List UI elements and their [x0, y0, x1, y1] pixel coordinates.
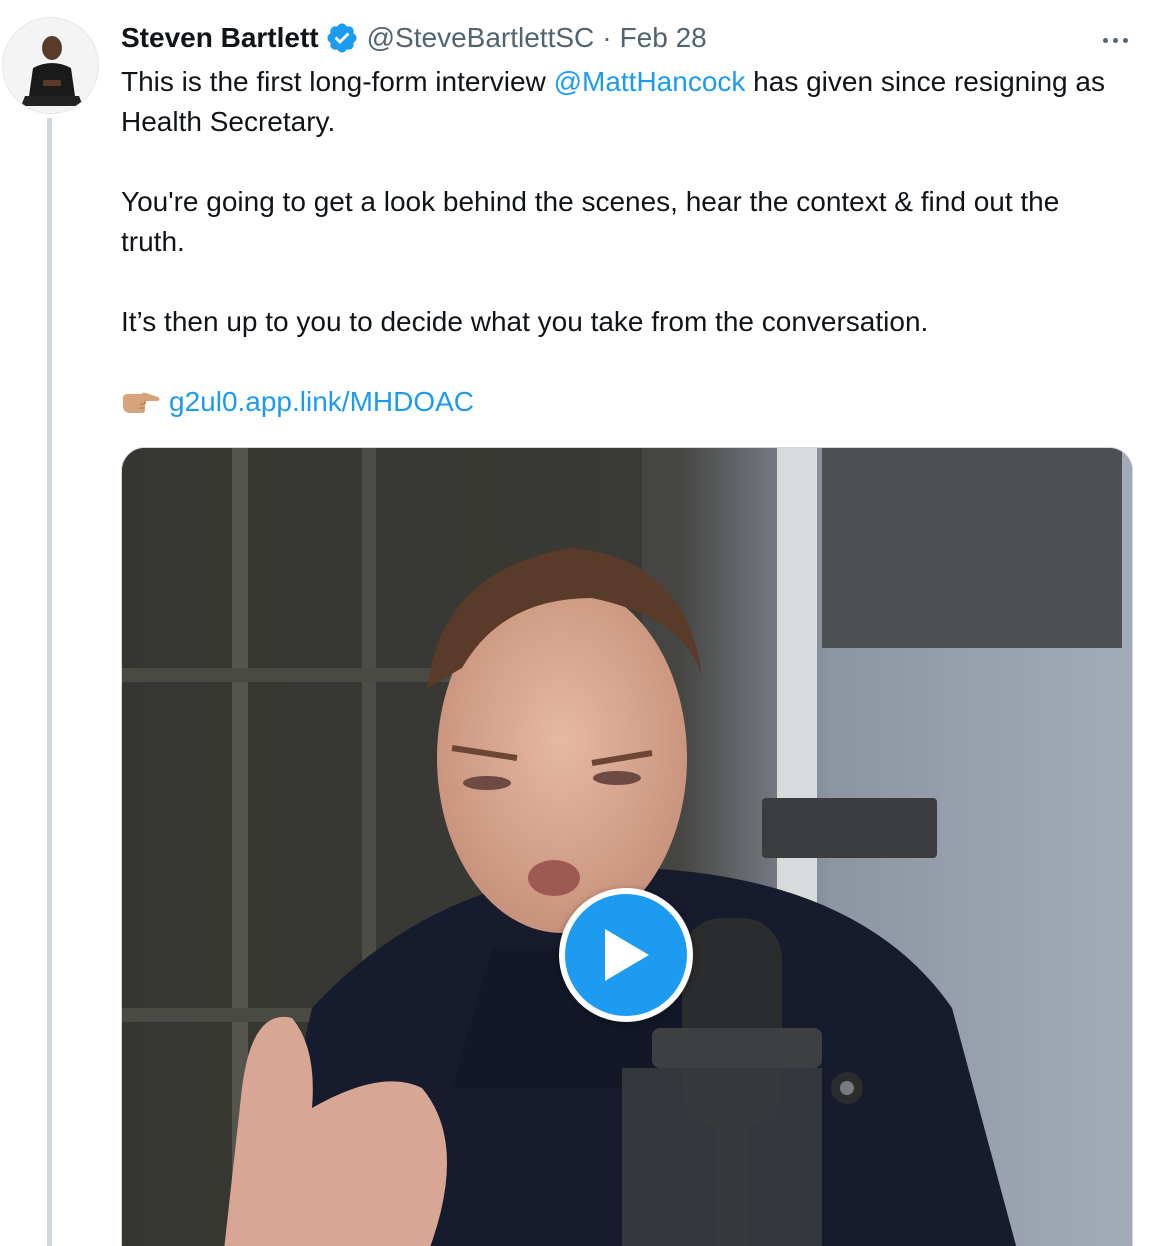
video-player[interactable] — [121, 447, 1133, 1246]
author-name[interactable]: Steven Bartlett — [121, 18, 319, 58]
more-options-icon[interactable] — [1095, 28, 1135, 52]
tweet-text: This is the first long-form interview @M… — [121, 62, 1111, 422]
tweet-link-line: g2ul0.app.link/MHDOAC — [121, 382, 1111, 422]
backhand-index-pointing-right-icon — [123, 392, 160, 413]
avatar-image — [3, 18, 98, 113]
tweet-paragraph-2: You're going to get a look behind the sc… — [121, 186, 1060, 257]
play-icon — [605, 929, 649, 981]
play-button[interactable] — [559, 888, 693, 1022]
thread-line — [47, 118, 52, 1246]
tweet[interactable]: Steven Bartlett @SteveBartlettSC · Feb 2… — [0, 0, 1153, 1246]
verified-badge-icon — [327, 23, 357, 53]
tweet-paragraph-1: This is the first long-form interview @M… — [121, 66, 1105, 137]
tweet-header: Steven Bartlett @SteveBartlettSC · Feb 2… — [121, 18, 707, 58]
tweet-date[interactable]: Feb 28 — [620, 18, 707, 58]
avatar[interactable] — [2, 17, 99, 114]
tweet-paragraph-3: It’s then up to you to decide what you t… — [121, 306, 929, 337]
separator-dot: · — [602, 22, 612, 53]
author-handle[interactable]: @SteveBartlettSC — [367, 18, 595, 58]
mention-link[interactable]: @MattHancock — [554, 66, 746, 97]
video-thumbnail — [122, 448, 1132, 1246]
external-link[interactable]: g2ul0.app.link/MHDOAC — [169, 382, 474, 422]
